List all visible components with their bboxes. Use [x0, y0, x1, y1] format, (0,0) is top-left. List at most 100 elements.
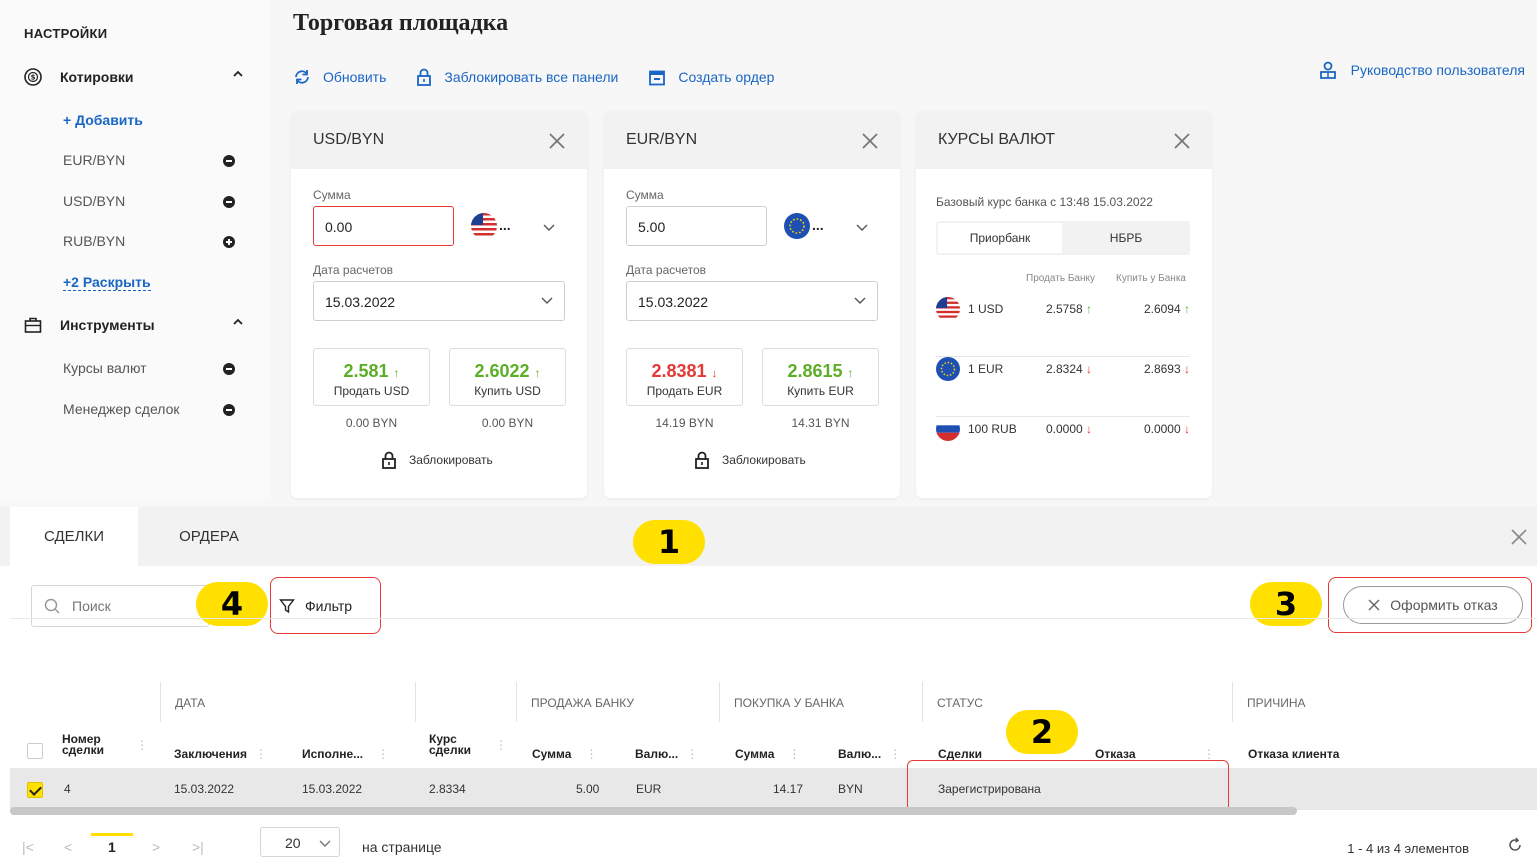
- col-concluded[interactable]: Заключения ⋮: [174, 747, 267, 761]
- sidebar-expand-link[interactable]: +2 Раскрыть: [63, 274, 151, 291]
- add-icon[interactable]: [223, 236, 235, 248]
- select-all-checkbox[interactable]: [27, 743, 43, 759]
- last-page-icon[interactable]: >|: [192, 839, 204, 855]
- sell-eur-button[interactable]: 2.8381 ↓ Продать EUR: [626, 348, 743, 406]
- rate-row-rub: 100 RUB 0.0000 ↓ 0.0000 ↓: [936, 417, 1190, 477]
- sidebar-item-rates[interactable]: Курсы валют: [63, 360, 243, 376]
- col-sell-sum[interactable]: Сумма ⋮: [532, 747, 597, 761]
- currency-dots: ...: [812, 217, 824, 233]
- reload-icon[interactable]: [1507, 837, 1523, 853]
- sidebar-item-usd-byn[interactable]: USD/BYN: [63, 193, 243, 209]
- amount-input[interactable]: 5.00: [626, 206, 767, 246]
- lock-all-label: Заблокировать все панели: [444, 69, 619, 85]
- chevron-down-icon[interactable]: [541, 297, 553, 305]
- buy-eur-button[interactable]: 2.8615 ↑ Купить EUR: [762, 348, 879, 406]
- tab-deals[interactable]: СДЕЛКИ: [10, 507, 138, 566]
- col-label: Сумма: [735, 747, 775, 761]
- close-icon[interactable]: [1509, 527, 1529, 547]
- eu-flag-icon[interactable]: [784, 213, 810, 239]
- sidebar-item-deal-manager[interactable]: Менеджер сделок: [63, 401, 243, 417]
- prev-page-icon[interactable]: <: [64, 839, 72, 855]
- amount-label: Сумма: [626, 188, 664, 202]
- col-reason[interactable]: Отказа клиента: [1248, 747, 1339, 761]
- amount-input[interactable]: 0.00: [313, 206, 454, 246]
- arrow-down-icon: ↓: [1086, 422, 1093, 436]
- close-icon[interactable]: [860, 131, 880, 151]
- buy-usd-button[interactable]: 2.6022 ↑ Купить USD: [449, 348, 566, 406]
- sidebar-group-quotes[interactable]: $ Котировки: [24, 68, 254, 86]
- date-select[interactable]: 15.03.2022: [313, 281, 565, 321]
- current-page-indicator: [91, 833, 133, 836]
- column-menu-icon[interactable]: ⋮: [377, 747, 389, 761]
- sidebar-item-eur-byn[interactable]: EUR/BYN: [63, 152, 243, 168]
- amount-label: Сумма: [313, 188, 351, 202]
- col-buy-sum[interactable]: Сумма ⋮: [735, 747, 800, 761]
- per-page-value: 20: [285, 835, 301, 851]
- chevron-down-icon[interactable]: [854, 297, 866, 305]
- col-sell-cur[interactable]: Валю... ⋮: [635, 747, 698, 761]
- col-label: Валю...: [635, 747, 679, 761]
- segment-priorbank[interactable]: Приорбанк: [938, 223, 1062, 253]
- remove-icon[interactable]: [223, 363, 235, 375]
- cell-rate: 2.8334: [429, 782, 466, 796]
- chevron-up-icon[interactable]: [232, 316, 244, 331]
- column-menu-icon[interactable]: ⋮: [1203, 747, 1215, 761]
- column-menu-icon[interactable]: ⋮: [585, 747, 597, 761]
- refresh-button[interactable]: Обновить: [293, 68, 386, 86]
- col-status-refuse[interactable]: Отказа ⋮: [1095, 747, 1215, 761]
- segment-nbrb[interactable]: НБРБ: [1064, 223, 1188, 253]
- col-status-deal[interactable]: Сделки: [938, 747, 982, 761]
- column-menu-icon[interactable]: ⋮: [495, 739, 507, 751]
- column-menu-icon[interactable]: ⋮: [136, 739, 148, 751]
- filter-button[interactable]: Фильтр: [270, 577, 381, 634]
- sidebar-add-link[interactable]: + Добавить: [63, 112, 143, 128]
- page-title: Торговая площадка: [293, 10, 509, 36]
- col-buy-cur[interactable]: Валю... ⋮: [838, 747, 901, 761]
- chevron-down-icon[interactable]: [543, 224, 555, 232]
- remove-icon[interactable]: [223, 196, 235, 208]
- user-guide-link[interactable]: Руководство пользователя: [1319, 60, 1525, 80]
- lock-button[interactable]: Заблокировать: [381, 451, 493, 469]
- create-order-button[interactable]: Создать ордер: [648, 68, 774, 86]
- buy-rate: 2.8693 ↓: [1144, 362, 1190, 376]
- coin-icon: $: [24, 68, 42, 86]
- sell-label: Продать USD: [333, 384, 410, 398]
- first-page-icon[interactable]: |<: [22, 839, 34, 855]
- remove-icon[interactable]: [223, 155, 235, 167]
- sell-usd-button[interactable]: 2.581 ↑ Продать USD: [313, 348, 430, 406]
- col-num[interactable]: Номер сделки ⋮: [62, 733, 148, 756]
- col-buy-header: Купить у Банка: [1116, 273, 1186, 284]
- horizontal-scrollbar[interactable]: [10, 807, 1297, 815]
- chevron-down-icon[interactable]: [856, 224, 868, 232]
- search-box[interactable]: [31, 585, 209, 627]
- group-buy: ПОКУПКА У БАНКА: [719, 682, 922, 722]
- row-checkbox[interactable]: [27, 782, 43, 798]
- chevron-up-icon[interactable]: [232, 68, 244, 83]
- lock-icon: [694, 451, 710, 469]
- us-flag-icon[interactable]: [471, 213, 497, 239]
- sidebar-item-label: RUB/BYN: [63, 233, 126, 249]
- per-page-select[interactable]: 20: [260, 827, 340, 857]
- lock-all-button[interactable]: Заблокировать все панели: [416, 68, 618, 86]
- tabs-bar: СДЕЛКИ ОРДЕРА: [0, 507, 1537, 566]
- column-menu-icon[interactable]: ⋮: [788, 747, 800, 761]
- date-select[interactable]: 15.03.2022: [626, 281, 878, 321]
- lock-button[interactable]: Заблокировать: [694, 451, 806, 469]
- status-highlight: [907, 760, 1229, 812]
- tab-orders[interactable]: ОРДЕРА: [145, 507, 273, 566]
- col-rate[interactable]: Курс сделки ⋮: [429, 733, 507, 756]
- column-menu-icon[interactable]: ⋮: [686, 747, 698, 761]
- column-menu-icon[interactable]: ⋮: [255, 747, 267, 761]
- page-number[interactable]: 1: [108, 839, 116, 855]
- column-menu-icon[interactable]: ⋮: [889, 747, 901, 761]
- arrow-down-icon: ↓: [1184, 422, 1190, 436]
- next-page-icon[interactable]: >: [152, 839, 160, 855]
- search-input[interactable]: [72, 598, 192, 614]
- col-executed[interactable]: Исполне... ⋮: [302, 747, 389, 761]
- close-icon[interactable]: [547, 131, 567, 151]
- close-icon[interactable]: [1172, 131, 1192, 151]
- remove-icon[interactable]: [223, 404, 235, 416]
- sidebar-group-tools-label: Инструменты: [60, 317, 155, 333]
- sidebar-group-tools[interactable]: Инструменты: [24, 316, 254, 334]
- sidebar-item-rub-byn[interactable]: RUB/BYN: [63, 233, 243, 249]
